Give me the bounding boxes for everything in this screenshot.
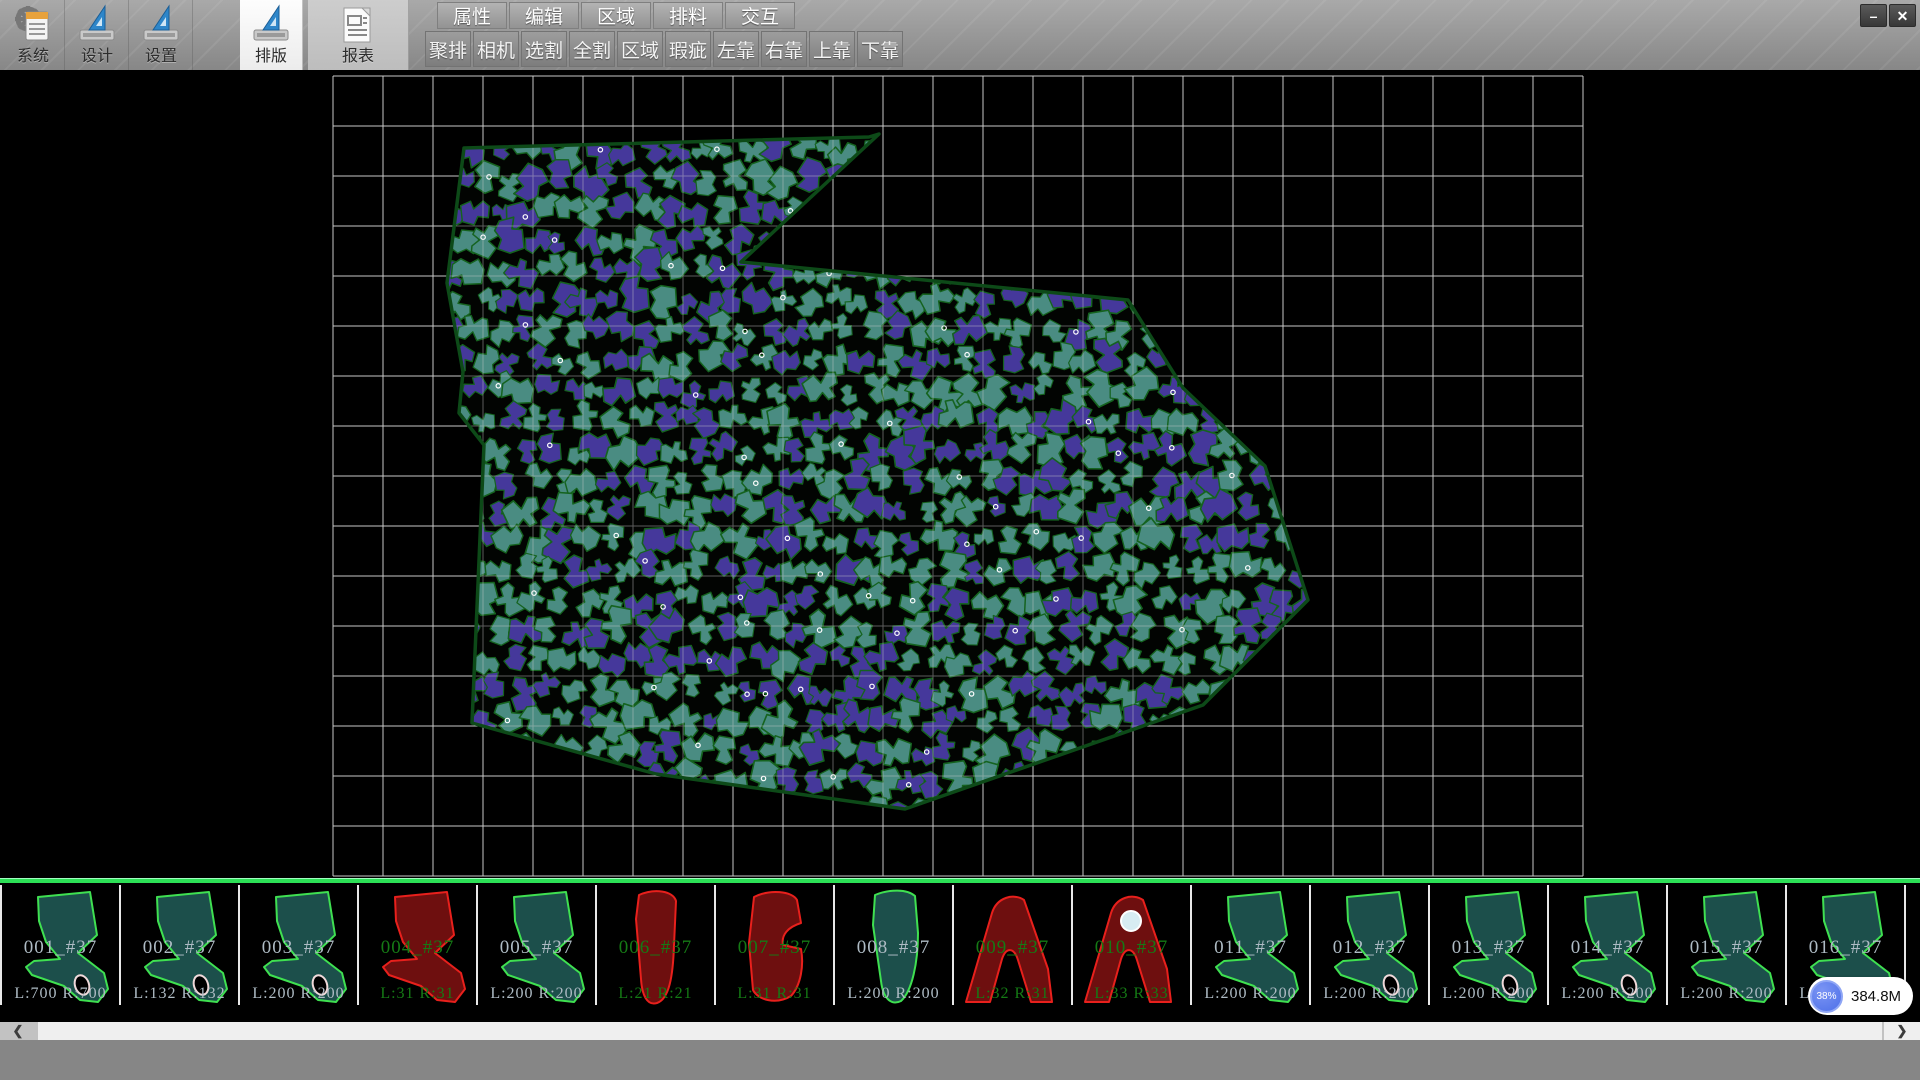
ribbon-button-label: 设计: [81, 47, 113, 67]
piece-thumbnail[interactable]: 003_#37 L:200 R:200: [238, 885, 357, 1005]
tool-button[interactable]: 右靠: [761, 31, 807, 67]
piece-id-label: 014_#37: [1549, 937, 1666, 959]
ribbon-button-design[interactable]: 设计: [66, 0, 129, 70]
piece-lr-count: L:200 R:200: [1668, 985, 1785, 1003]
ribbon-button-label: 系统: [17, 47, 49, 67]
horizontal-scrollbar[interactable]: ❮ ❯: [0, 1022, 1920, 1040]
piece-lr-count: L:200 R:200: [1311, 985, 1428, 1003]
tool-button[interactable]: 上靠: [809, 31, 855, 67]
design-icon: [75, 3, 119, 47]
tool-button[interactable]: 聚排: [425, 31, 471, 67]
piece-id-label: 001_#37: [2, 937, 119, 959]
piece-lr-count: L:200 R:200: [240, 985, 357, 1003]
piece-thumbnail[interactable]: 005_#37 L:200 R:200: [476, 885, 595, 1005]
ribbon-button-label: 设置: [145, 47, 177, 67]
piece-lr-count: L:31 R:31: [716, 985, 833, 1003]
close-button[interactable]: ✕: [1889, 4, 1916, 27]
menu-item[interactable]: 编辑: [509, 2, 579, 29]
piece-lr-count: L:132 R:132: [121, 985, 238, 1003]
piece-id-label: 009_#37: [954, 937, 1071, 959]
ribbon-button-nesting[interactable]: 排版: [240, 0, 303, 70]
nesting-canvas-svg: [0, 70, 1920, 878]
piece-lr-count: L:700 R:700: [2, 985, 119, 1003]
piece-id-label: 011_#37: [1192, 937, 1309, 959]
piece-id-label: 003_#37: [240, 937, 357, 959]
piece-lr-count: L:32 R:31: [954, 985, 1071, 1003]
piece-lr-count: L:21 R:21: [597, 985, 714, 1003]
piece-id-label: 015_#37: [1668, 937, 1785, 959]
ribbon-button-label: 报表: [342, 47, 374, 67]
ribbon-button-system[interactable]: 系统: [2, 0, 65, 70]
nesting-canvas[interactable]: [0, 70, 1920, 878]
tool-button[interactable]: 全割: [569, 31, 615, 67]
piece-lr-count: L:200 R:200: [835, 985, 952, 1003]
menu-row: 属性编辑区域排料交互: [437, 2, 795, 29]
report-icon: [336, 3, 380, 47]
piece-thumbnail[interactable]: 010_#37 L:33 R:33: [1071, 885, 1190, 1005]
menu-item[interactable]: 属性: [437, 2, 507, 29]
piece-thumbnail[interactable]: 001_#37 L:700 R:700: [0, 885, 119, 1005]
piece-id-label: 008_#37: [835, 937, 952, 959]
piece-id-label: 002_#37: [121, 937, 238, 959]
piece-thumbnail[interactable]: 004_#37 L:31 R:31: [357, 885, 476, 1005]
piece-thumbnail[interactable]: 015_#37 L:200 R:200: [1666, 885, 1785, 1005]
ribbon-button-report[interactable]: 报表: [308, 0, 409, 70]
piece-id-label: 016_#37: [1787, 937, 1904, 959]
scroll-left-arrow-icon[interactable]: ❮: [0, 1022, 36, 1040]
tool-button[interactable]: 相机: [473, 31, 519, 67]
tool-button[interactable]: 下靠: [857, 31, 903, 67]
piece-id-label: 007_#37: [716, 937, 833, 959]
piece-id-label: 012_#37: [1311, 937, 1428, 959]
memory-status-badge[interactable]: 38% 384.8M: [1808, 977, 1913, 1015]
piece-thumbnail[interactable]: 006_#37 L:21 R:21: [595, 885, 714, 1005]
tool-row: 聚排相机选割全割区域瑕疵左靠右靠上靠下靠: [425, 31, 903, 67]
bottom-status-bar: [0, 1040, 1920, 1080]
piece-thumbnail[interactable]: 009_#37 L:32 R:31: [952, 885, 1071, 1005]
piece-thumbnail[interactable]: 002_#37 L:132 R:132: [119, 885, 238, 1005]
piece-id-label: 010_#37: [1073, 937, 1190, 959]
tool-button[interactable]: 选割: [521, 31, 567, 67]
menu-item[interactable]: 交互: [725, 2, 795, 29]
memory-usage-value: 384.8M: [1851, 988, 1901, 1005]
tool-button[interactable]: 区域: [617, 31, 663, 67]
piece-thumbnail[interactable]: 008_#37 L:200 R:200: [833, 885, 952, 1005]
application-window: 系统 设计 设置 排版 报表 属性编辑区域排料交互 聚排相机选割全割区域瑕疵左靠…: [0, 0, 1920, 1080]
piece-thumbnail[interactable]: 007_#37 L:31 R:31: [714, 885, 833, 1005]
system-icon: [11, 3, 55, 47]
menu-item[interactable]: 区域: [581, 2, 651, 29]
nesting-icon: [249, 3, 293, 47]
piece-id-label: 005_#37: [478, 937, 595, 959]
piece-thumbnail[interactable]: 012_#37 L:200 R:200: [1309, 885, 1428, 1005]
piece-id-label: 006_#37: [597, 937, 714, 959]
piece-lr-count: L:200 R:200: [1549, 985, 1666, 1003]
piece-id-label: 004_#37: [359, 937, 476, 959]
piece-lr-count: L:200 R:200: [1430, 985, 1547, 1003]
scroll-right-arrow-icon[interactable]: ❯: [1884, 1022, 1920, 1040]
settings-icon: [139, 3, 183, 47]
ribbon-button-settings[interactable]: 设置: [130, 0, 193, 70]
tool-button[interactable]: 左靠: [713, 31, 759, 67]
piece-lr-count: L:200 R:200: [1192, 985, 1309, 1003]
piece-thumbnail[interactable]: 013_#37 L:200 R:200: [1428, 885, 1547, 1005]
strip-top-line: [0, 878, 1920, 883]
tool-button[interactable]: 瑕疵: [665, 31, 711, 67]
piece-lr-count: L:200 R:200: [478, 985, 595, 1003]
minimize-button[interactable]: –: [1860, 4, 1887, 27]
piece-thumbnail[interactable]: 011_#37 L:200 R:200: [1190, 885, 1309, 1005]
menu-item[interactable]: 排料: [653, 2, 723, 29]
piece-thumbnail-cells: 001_#37 L:700 R:700 002_#37 L:132 R:132 …: [0, 885, 1920, 1005]
piece-thumbnail[interactable]: 014_#37 L:200 R:200: [1547, 885, 1666, 1005]
scrollbar-thumb[interactable]: [38, 1022, 1882, 1040]
piece-thumbnail-strip: 001_#37 L:700 R:700 002_#37 L:132 R:132 …: [0, 878, 1920, 1022]
piece-id-label: 013_#37: [1430, 937, 1547, 959]
ribbon-button-label: 排版: [255, 47, 287, 67]
piece-lr-count: L:33 R:33: [1073, 985, 1190, 1003]
ribbon-toolbar: 系统 设计 设置 排版 报表 属性编辑区域排料交互 聚排相机选割全割区域瑕疵左靠…: [0, 0, 1920, 70]
piece-lr-count: L:31 R:31: [359, 985, 476, 1003]
progress-percent-badge: 38%: [1810, 980, 1843, 1013]
